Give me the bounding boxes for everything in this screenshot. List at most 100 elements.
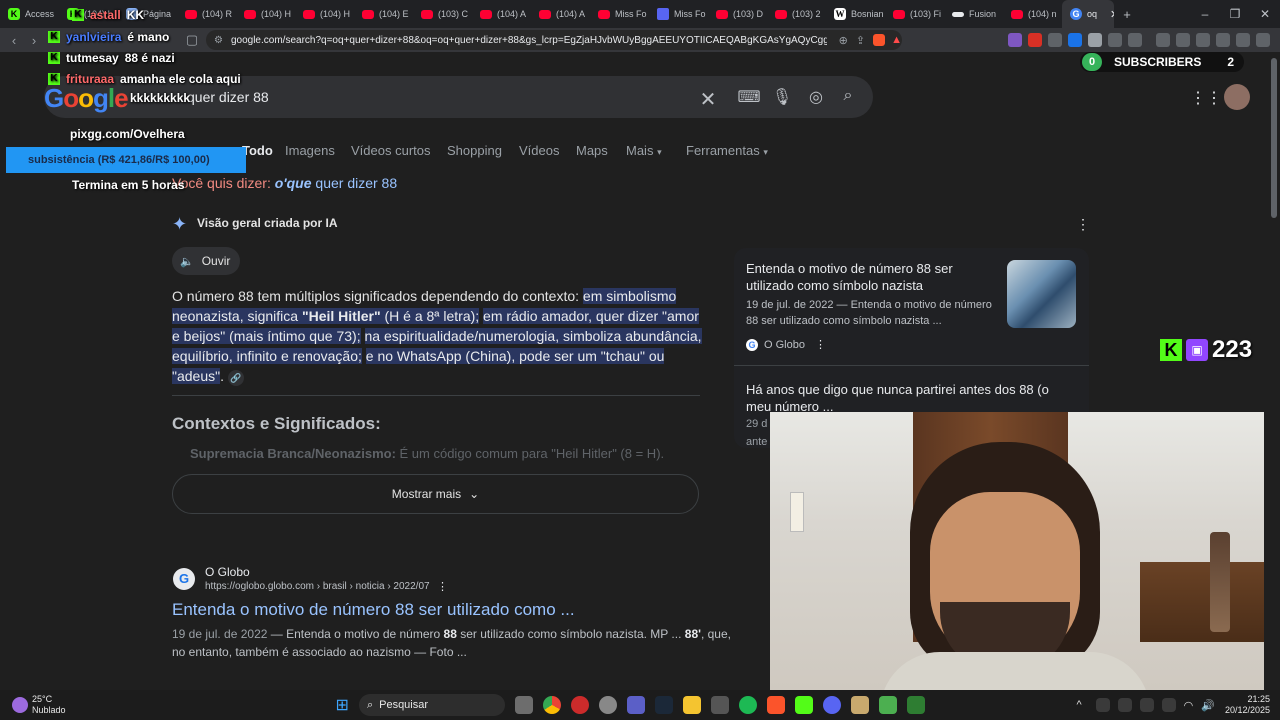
tray-icon[interactable] (1139, 698, 1154, 712)
tab-7[interactable]: (103) C (413, 0, 472, 28)
brave-shield-icon[interactable] (873, 34, 886, 46)
tab-8[interactable]: (104) A (472, 0, 531, 28)
tab-0[interactable]: K Access (0, 0, 59, 28)
google-logo[interactable]: Google (44, 83, 129, 114)
result-title-link[interactable]: Entenda o motivo de número 88 ser utiliz… (172, 600, 575, 620)
puzzle-icon[interactable] (1108, 33, 1122, 47)
tab-16[interactable]: Fusion (944, 0, 1003, 28)
app-icon[interactable] (626, 696, 645, 714)
task-view-icon[interactable] (514, 696, 533, 714)
tab-short-videos[interactable]: Vídeos curtos (351, 143, 431, 158)
brave-rewards-icon[interactable]: ▲ (891, 34, 902, 46)
tab-3[interactable]: (104) R (177, 0, 236, 28)
tab-11[interactable]: Miss Fo (649, 0, 708, 28)
back-icon[interactable]: ‹ (4, 33, 24, 48)
folder-icon[interactable] (682, 696, 701, 714)
shield-icon[interactable] (1236, 33, 1250, 47)
tab-active[interactable]: Goq✕ (1062, 0, 1114, 28)
source-card-2-title[interactable]: Há anos que digo que nunca partirei ante… (746, 381, 1071, 415)
clear-search-icon[interactable]: ✕ (696, 87, 720, 112)
new-tab-icon[interactable]: + (1114, 7, 1140, 22)
extension-icon[interactable] (1048, 33, 1062, 47)
tab-videos[interactable]: Vídeos (519, 143, 559, 158)
tab-all[interactable]: Todo (242, 143, 273, 158)
discord-icon[interactable] (822, 696, 841, 714)
obs-icon[interactable] (598, 696, 617, 714)
site-favicon[interactable]: G (173, 568, 195, 590)
zoom-icon[interactable]: ⊕ (839, 34, 848, 47)
windows-start-icon[interactable]: ⊞ (336, 695, 349, 715)
microphone-icon[interactable]: 🎙 (770, 87, 794, 107)
link-icon[interactable]: 🔗 (227, 370, 244, 386)
source-card-site[interactable]: G O Globo ⋮ (746, 338, 826, 351)
page-scrollbar[interactable] (1271, 58, 1277, 218)
vpn-icon[interactable] (1216, 33, 1230, 47)
tab-10[interactable]: Miss Fo (590, 0, 649, 28)
bookmark-icon[interactable]: ▢ (182, 32, 202, 48)
tab-images[interactable]: Imagens (285, 143, 335, 158)
tab-5[interactable]: (104) H (295, 0, 354, 28)
tray-icon[interactable] (1095, 698, 1110, 712)
opera-icon[interactable] (570, 696, 589, 714)
did-you-mean-link[interactable]: o'que (275, 175, 312, 191)
app-icon[interactable] (710, 696, 729, 714)
forward-icon[interactable]: › (24, 33, 44, 48)
close-window-icon[interactable]: ✕ (1250, 7, 1280, 21)
site-info-icon[interactable]: ⚙ (214, 35, 223, 46)
kick-icon[interactable] (794, 696, 813, 714)
search-input[interactable]: quer dizer 88 (187, 89, 269, 105)
wifi-icon[interactable]: ◠ (1184, 699, 1194, 712)
media-icon[interactable] (1156, 33, 1170, 47)
tab-12[interactable]: (103) D (708, 0, 767, 28)
url-text[interactable]: google.com/search?q=oq+quer+dizer+88&oq=… (231, 35, 827, 46)
listen-button[interactable]: 🔈 Ouvir (172, 247, 240, 275)
downloads-icon[interactable] (1128, 33, 1142, 47)
app-icon[interactable] (850, 696, 869, 714)
tab-maps[interactable]: Maps (576, 143, 608, 158)
result-more-icon[interactable]: ⋮ (437, 580, 448, 593)
tab-4[interactable]: (104) H (236, 0, 295, 28)
result-site-name[interactable]: O Globo (205, 565, 250, 579)
show-more-button[interactable]: Mostrar mais ⌄ (172, 474, 699, 514)
tab-tools[interactable]: Ferramentas ▾ (686, 143, 768, 158)
tab-17[interactable]: (104) n (1003, 0, 1062, 28)
sidebar-icon[interactable] (1176, 33, 1190, 47)
tab-14[interactable]: W Bosnian (826, 0, 885, 28)
weather-widget[interactable]: 25°C Nublado (32, 694, 66, 716)
address-bar[interactable]: ⚙ google.com/search?q=oq+quer+dizer+88&o… (206, 30, 902, 50)
extension-icon[interactable] (1008, 33, 1022, 47)
spotify-icon[interactable] (738, 696, 757, 714)
clock[interactable]: 21:25 20/12/2025 (1225, 694, 1270, 716)
tray-icon[interactable] (1117, 698, 1132, 712)
result-url[interactable]: https://oglobo.globo.com › brasil › noti… (205, 581, 430, 592)
tab-15[interactable]: (103) Fi (885, 0, 944, 28)
tray-icon[interactable] (1161, 698, 1176, 712)
steam-icon[interactable] (654, 696, 673, 714)
tab-6[interactable]: (104) E (354, 0, 413, 28)
search-icon[interactable]: ⌕ (836, 87, 860, 105)
wallet-icon[interactable] (1196, 33, 1210, 47)
tab-9[interactable]: (104) A (531, 0, 590, 28)
notes-icon[interactable] (878, 696, 897, 714)
tray-overflow-icon[interactable]: ^ (1076, 699, 1081, 711)
lens-icon[interactable]: ◎ (804, 87, 828, 107)
minimize-icon[interactable]: – (1190, 7, 1220, 21)
share-icon[interactable]: ⇪ (856, 34, 865, 47)
tab-shopping[interactable]: Shopping (447, 143, 502, 158)
tab-more[interactable]: Mais ▾ (626, 143, 662, 158)
taskbar-search[interactable]: ⌕ Pesquisar (358, 694, 505, 716)
brave-icon[interactable] (766, 696, 785, 714)
maximize-icon[interactable]: ❐ (1220, 7, 1250, 21)
source-card-title[interactable]: Entenda o motivo de número 88 ser utiliz… (746, 260, 981, 294)
avatar[interactable] (1224, 84, 1250, 110)
thumbnail-image[interactable] (1007, 260, 1076, 328)
volume-icon[interactable]: 🔊 (1201, 699, 1215, 712)
calculator-icon[interactable] (906, 696, 925, 714)
more-options-icon[interactable]: ⋮ (815, 338, 826, 351)
extension-icon[interactable] (1028, 33, 1042, 47)
chrome-icon[interactable] (542, 696, 561, 714)
menu-icon[interactable] (1256, 33, 1270, 47)
more-options-icon[interactable]: ⋮ (1076, 216, 1090, 233)
extension-icon[interactable] (1068, 33, 1082, 47)
weather-icon[interactable] (12, 697, 28, 713)
